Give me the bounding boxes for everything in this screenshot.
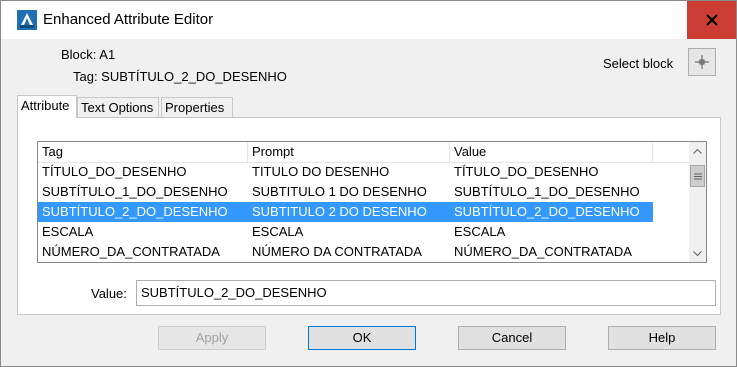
cell-tag: SUBTÍTULO_2_DO_DESENHO [42, 204, 228, 219]
cell-prompt: ESCALA [252, 224, 304, 239]
cell-prompt: NÚMERO DA CONTRATADA [252, 244, 422, 259]
cell-prompt: TITULO DO DESENHO [252, 164, 390, 179]
value-label: Value: [91, 286, 127, 301]
close-icon [705, 14, 718, 26]
cell-value: TÍTULO_DO_DESENHO [454, 164, 599, 179]
cancel-button[interactable]: Cancel [458, 326, 566, 350]
tab-text-options[interactable]: Text Options [77, 97, 159, 117]
cell-prompt: SUBTITULO 1 DO DESENHO [252, 184, 427, 199]
cell-tag: NÚMERO_DA_CONTRATADA [42, 244, 220, 259]
apply-button[interactable]: Apply [158, 326, 266, 350]
cell-value: NÚMERO_DA_CONTRATADA [454, 244, 632, 259]
tab-properties[interactable]: Properties [161, 97, 233, 117]
chevron-down-icon [693, 250, 702, 256]
scroll-down-button[interactable] [689, 245, 706, 262]
scroll-up-button[interactable] [689, 142, 706, 159]
ok-button[interactable]: OK [308, 326, 416, 350]
grip-icon [693, 173, 702, 179]
title-bar[interactable]: Enhanced Attribute Editor [1, 1, 736, 39]
table-row[interactable]: ESCALA ESCALA ESCALA [38, 222, 653, 242]
cell-tag: SUBTÍTULO_1_DO_DESENHO [42, 184, 228, 199]
autocad-icon [17, 10, 37, 30]
table-row[interactable]: TÍTULO_DO_DESENHO TITULO DO DESENHO TÍTU… [38, 162, 653, 182]
block-name-label: Block: A1 [61, 47, 116, 62]
scroll-thumb[interactable] [690, 165, 705, 187]
cell-prompt: SUBTITULO 2 DO DESENHO [252, 204, 427, 219]
table-row[interactable]: NÚMERO_DA_CONTRATADA NÚMERO DA CONTRATAD… [38, 242, 653, 262]
help-button[interactable]: Help [608, 326, 716, 350]
table-row[interactable]: SUBTÍTULO_1_DO_DESENHO SUBTITULO 1 DO DE… [38, 182, 653, 202]
column-header-value[interactable]: Value [450, 142, 653, 162]
dialog-body: Block: A1 Tag: SUBTÍTULO_2_DO_DESENHO Se… [9, 39, 728, 357]
cell-value: ESCALA [454, 224, 506, 239]
cell-value: SUBTÍTULO_1_DO_DESENHO [454, 184, 640, 199]
value-input[interactable]: SUBTÍTULO_2_DO_DESENHO [136, 280, 716, 306]
tag-name-label: Tag: SUBTÍTULO_2_DO_DESENHO [73, 69, 287, 84]
tab-attribute[interactable]: Attribute [17, 95, 77, 118]
close-button[interactable] [687, 1, 736, 39]
pick-point-icon [695, 55, 709, 69]
window-title: Enhanced Attribute Editor [43, 11, 214, 28]
select-block-button[interactable] [688, 48, 716, 76]
cell-value: SUBTÍTULO_2_DO_DESENHO [454, 204, 640, 219]
vertical-scrollbar[interactable] [689, 142, 706, 262]
table-row-selected[interactable]: SUBTÍTULO_2_DO_DESENHO SUBTITULO 2 DO DE… [38, 202, 653, 222]
column-header-prompt[interactable]: Prompt [248, 142, 450, 162]
attribute-editor-window: Enhanced Attribute Editor Block: A1 Tag:… [0, 0, 737, 367]
attribute-grid[interactable]: Tag Prompt Value TÍTULO_DO_DESENHO TITUL… [37, 141, 707, 263]
column-header-tag[interactable]: Tag [38, 142, 248, 162]
cell-tag: ESCALA [42, 224, 94, 239]
select-block-label: Select block [603, 56, 674, 71]
chevron-up-icon [693, 148, 702, 154]
cell-tag: TÍTULO_DO_DESENHO [42, 164, 187, 179]
grid-header: Tag Prompt Value [38, 142, 690, 163]
